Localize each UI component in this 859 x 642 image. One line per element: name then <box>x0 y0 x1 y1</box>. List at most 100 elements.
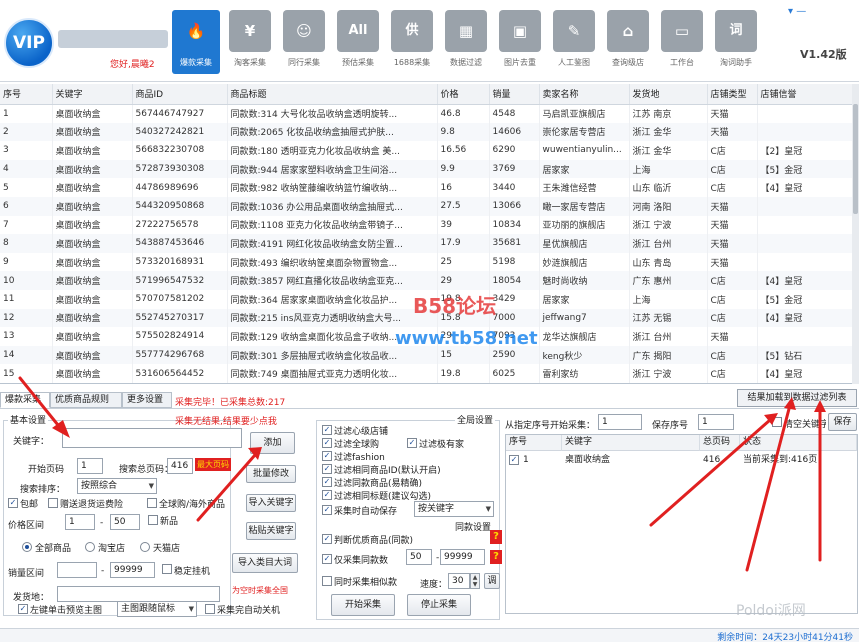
toolbar-supply-button[interactable]: 供 1688采集 <box>388 10 436 74</box>
from-index-input[interactable]: 1 <box>598 414 642 430</box>
no-result-hint[interactable]: 采集无结果,结果要少点我 <box>175 414 277 427</box>
column-header[interactable]: 商品标题 <box>227 84 438 105</box>
same-time-checkbox[interactable] <box>322 576 332 586</box>
table-row[interactable]: 3 桌面收纳盒 566832230708 同款数:180 透明亚克力化妆品收纳盒 美.… <box>0 141 853 160</box>
free-shipping-checkbox[interactable]: ✓ <box>8 498 18 508</box>
price-min-input[interactable]: 1 <box>65 514 95 530</box>
table-row[interactable]: 5 桌面收纳盒 44786989696 同款数:982 收纳筐藤编收纳篮竹编收纳...… <box>0 178 853 197</box>
toolbar-word-button[interactable]: 词淘词助手 <box>712 10 760 74</box>
total-pages-input[interactable]: 416 <box>167 458 193 474</box>
table-row[interactable]: 7 桌面收纳盒 27222756578 同款数:1108 亚克力化妆品收纳盒带镜子..… <box>0 215 853 235</box>
batch-edit-button[interactable]: 批量修改 <box>246 465 296 483</box>
import-category-button[interactable]: 导入类目大词 <box>232 553 298 573</box>
tab-quality-rules[interactable]: 优质商品规则 <box>50 392 122 408</box>
column-header[interactable]: 店铺信誉 <box>757 84 853 105</box>
auto-shutdown-checkbox[interactable] <box>205 604 215 614</box>
sales-min-input[interactable] <box>57 562 97 578</box>
table-row[interactable]: 6 桌面收纳盒 544320950868 同款数:1036 办公用品桌面收纳盒抽屉式.… <box>0 196 853 216</box>
filter-global-checkbox[interactable]: ✓ <box>322 438 332 448</box>
same-help-icon[interactable]: ? <box>490 550 502 564</box>
left-click-preview-label: 左键单击预览主图 <box>30 606 103 616</box>
tab-hot-collect[interactable]: 爆款采集 <box>0 392 50 408</box>
left-click-preview-checkbox[interactable]: ✓ <box>18 604 28 614</box>
new-checkbox[interactable] <box>148 515 158 525</box>
column-header[interactable]: 卖家名称 <box>539 84 630 105</box>
filter-icon: ▦ <box>445 10 487 52</box>
same-max-input[interactable]: 99999 <box>440 549 485 565</box>
price-max-input[interactable]: 50 <box>110 514 140 530</box>
stable-hang-checkbox[interactable] <box>162 564 172 574</box>
stop-collect-button[interactable]: 停止采集 <box>407 594 471 616</box>
table-cell: 2 <box>0 122 53 142</box>
keyword-input[interactable] <box>62 428 242 448</box>
auto-save-checkbox[interactable]: ✓ <box>322 505 332 515</box>
same-min-input[interactable]: 50 <box>406 549 432 565</box>
table-cell: 魅时尚收纳 <box>539 271 630 290</box>
start-collect-button[interactable]: 开始采集 <box>331 594 395 616</box>
table-row[interactable]: 2 桌面收纳盒 540327242821 同款数:2065 化妆品收纳盒抽屉式护肤..… <box>0 122 853 142</box>
toolbar-filter-button[interactable]: ▦ 数据过滤 <box>442 10 490 74</box>
start-page-input[interactable]: 1 <box>77 458 103 474</box>
table-row[interactable]: 8 桌面收纳盒 543887453646 同款数:4191 网红化妆品收纳盒女防尘置.… <box>0 234 853 253</box>
column-header[interactable]: 销量 <box>489 84 540 105</box>
auto-save-select[interactable]: 按关键字 <box>414 501 494 517</box>
grid-scrollbar[interactable] <box>852 84 859 384</box>
table-row[interactable]: 9 桌面收纳盒 573320168931 同款数:493 编织收纳筐桌面杂物置物盒..… <box>0 252 853 272</box>
global-checkbox[interactable] <box>147 498 157 508</box>
column-header[interactable]: 店铺类型 <box>707 84 758 105</box>
filter-heart-checkbox[interactable]: ✓ <box>322 425 332 435</box>
toolbar-sweep-button[interactable]: ✎ 人工鉴图 <box>550 10 598 74</box>
radio-all-goods[interactable] <box>22 542 32 552</box>
filter-fashion-checkbox[interactable]: ✓ <box>322 451 332 461</box>
table-row[interactable]: 10 桌面收纳盒 571996547532 同款数:3857 网红直播化妆品收纳盒亚克… <box>0 271 853 290</box>
judge-quality-checkbox[interactable]: ✓ <box>322 534 332 544</box>
radio-taobao[interactable] <box>85 542 95 552</box>
table-cell: 【5】金冠 <box>757 289 853 309</box>
scroll-thumb[interactable] <box>853 104 858 214</box>
preview-mode-select[interactable]: 主图跟随鼠标 <box>117 601 197 617</box>
sort-select[interactable]: 按照综合 <box>77 478 157 494</box>
only-same-checkbox[interactable]: ✓ <box>322 554 332 564</box>
speed-adjust-button[interactable]: 调 <box>484 573 500 589</box>
max-pages-badge[interactable]: 最大页码 <box>195 458 231 471</box>
sales-max-input[interactable]: 99999 <box>110 562 155 578</box>
toolbar-flame-button[interactable]: 🔥 爆款采集 <box>172 10 220 74</box>
table-row[interactable]: 1 桌面收纳盒 567446747927 同款数:314 大号化妆品收纳盒透明旋转..… <box>0 104 853 123</box>
filter-same-count-checkbox[interactable]: ✓ <box>322 477 332 487</box>
ship-from-input[interactable] <box>57 586 220 602</box>
toolbar-image-button[interactable]: ▣ 图片去重 <box>496 10 544 74</box>
add-keyword-button[interactable]: 添加 <box>250 432 295 454</box>
clear-keyword-checkbox[interactable] <box>772 417 782 427</box>
speed-input[interactable]: 30 <box>448 573 470 589</box>
table-cell: 浙江 金华 <box>629 141 708 160</box>
filter-jiyoujia-checkbox[interactable]: ✓ <box>407 438 417 448</box>
toolbar-monitor-button[interactable]: ▭ 工作台 <box>658 10 706 74</box>
speed-spinner[interactable]: ▲ ▼ <box>470 573 480 589</box>
judge-help-icon[interactable]: ? <box>490 530 502 544</box>
return-insurance-checkbox[interactable] <box>48 498 58 508</box>
toolbar-all-button[interactable]: All 预估采集 <box>334 10 382 74</box>
paste-keyword-button[interactable]: 粘贴关键字 <box>246 522 296 540</box>
column-header[interactable]: 序号 <box>0 84 53 105</box>
filter-same-title-checkbox[interactable]: ✓ <box>322 490 332 500</box>
radio-tmall[interactable] <box>140 542 150 552</box>
save-button[interactable]: 保存 <box>828 413 857 431</box>
save-index-input[interactable]: 1 <box>698 414 734 430</box>
task-row-checkbox[interactable]: ✓ <box>509 455 519 465</box>
table-cell <box>757 252 853 272</box>
column-header[interactable]: 商品ID <box>132 84 228 105</box>
column-header[interactable]: 关键字 <box>52 84 133 105</box>
load-to-filter-button[interactable]: 结果加载到数据过滤列表 <box>737 389 857 407</box>
import-keyword-button[interactable]: 导入关键字 <box>246 494 296 512</box>
toolbar-person-button[interactable]: ☺ 同行采集 <box>280 10 328 74</box>
table-row[interactable]: 4 桌面收纳盒 572873930308 同款数:944 居家家塑料收纳盒卫生间浴..… <box>0 159 853 179</box>
minimize-icon[interactable]: ▾ — <box>788 6 806 17</box>
toolbar-shop-button[interactable]: ⌂ 查询级店 <box>604 10 652 74</box>
filter-same-id-checkbox[interactable]: ✓ <box>322 464 332 474</box>
column-header[interactable]: 发货地 <box>629 84 708 105</box>
table-row[interactable]: 15 桌面收纳盒 531606564452 同款数:749 桌面抽屉式亚克力透明化妆.… <box>0 364 853 383</box>
toolbar-yen-button[interactable]: ¥ 淘客采集 <box>226 10 274 74</box>
column-header[interactable]: 价格 <box>437 84 490 105</box>
tab-more-settings[interactable]: 更多设置 <box>122 392 172 408</box>
task-row-keyword[interactable]: 桌面收纳盒 <box>562 452 700 468</box>
